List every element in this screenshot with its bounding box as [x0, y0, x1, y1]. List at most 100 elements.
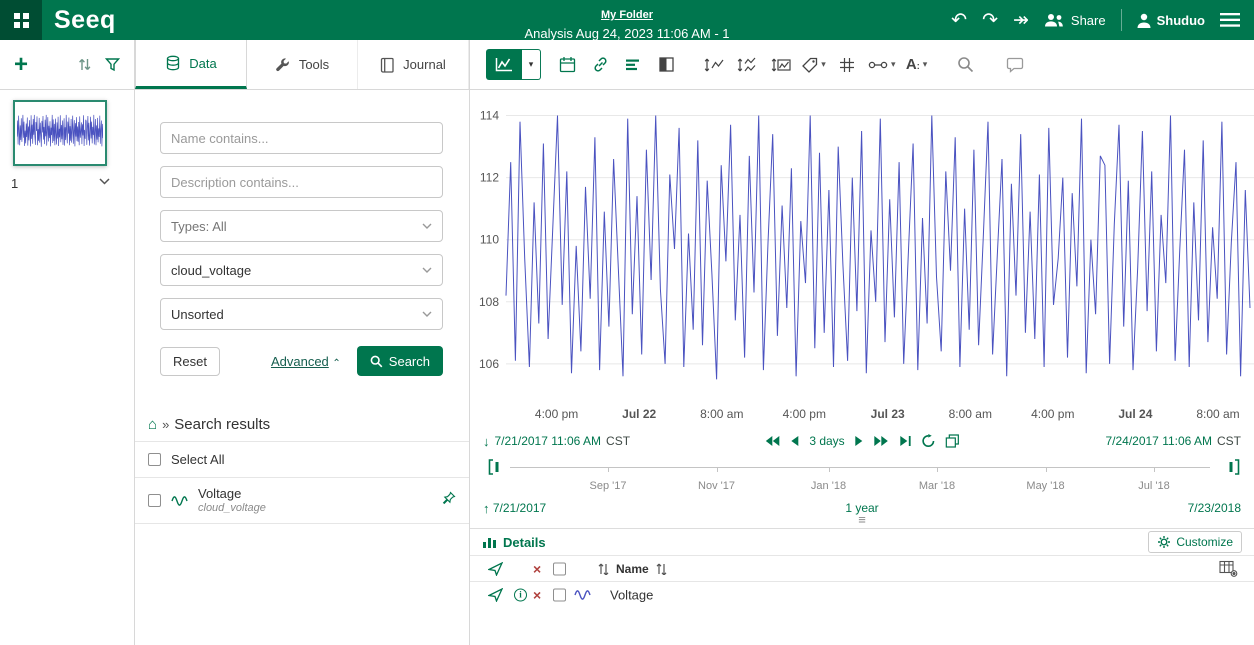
panel-tabs: Data Tools Journal — [135, 40, 470, 89]
display-range-end[interactable]: 7/24/2017 11:06 AM — [1105, 434, 1212, 448]
tag-icon — [802, 57, 818, 73]
timeline-tick-label: Jan '18 — [811, 480, 846, 492]
apps-menu-button[interactable] — [0, 0, 42, 40]
gridlines-button[interactable] — [835, 50, 859, 80]
user-menu[interactable]: Shuduo — [1137, 13, 1205, 28]
timeline-tick-label: May '18 — [1026, 480, 1064, 492]
topbar-divider — [1121, 9, 1122, 31]
trend-view-caret[interactable]: ▾ — [522, 49, 541, 80]
timeline-labels: Sep '17Nov '17Jan '18Mar '18May '18Jul '… — [510, 480, 1210, 494]
breadcrumb-my-folder[interactable]: My Folder — [601, 9, 653, 21]
svg-text:4:00 pm: 4:00 pm — [535, 407, 578, 421]
chain-view-button[interactable] — [588, 50, 612, 80]
sort-select[interactable]: Unsorted — [160, 298, 443, 330]
search-button[interactable]: Search — [357, 346, 443, 376]
undo-button[interactable]: ↶ — [951, 11, 967, 30]
panel-resize-handle[interactable]: ≡ — [858, 514, 866, 526]
topbar-actions: ↶ ↷ ↠ Share Shuduo — [951, 9, 1254, 31]
capsule-tag-button[interactable]: ▾ — [802, 50, 826, 80]
investigate-end[interactable]: 7/23/2018 — [1188, 501, 1241, 515]
forward-icon — [855, 435, 864, 447]
details-row[interactable]: i × Voltage — [470, 582, 1254, 607]
investigate-start-arrow-icon[interactable]: ↑ — [483, 501, 490, 516]
trend-chart[interactable]: 1061081101121144:00 pmJul 228:00 am4:00 … — [470, 90, 1254, 426]
results-header: ⌂ » Search results — [135, 408, 469, 442]
step-back-full-button[interactable] — [764, 435, 780, 447]
labels-button[interactable]: A: ▾ — [905, 50, 929, 80]
copy-range-button[interactable] — [946, 434, 960, 448]
description-contains-input[interactable] — [160, 166, 443, 198]
remove-item-button[interactable]: × — [533, 588, 541, 602]
remove-all-button[interactable]: × — [533, 562, 541, 576]
trend-view-button[interactable]: ▾ — [486, 49, 541, 80]
signal-icon — [171, 494, 188, 508]
display-range-bar: ↓ 7/21/2017 11:06 AM CST 3 days 7/24/201… — [470, 430, 1254, 452]
one-axis-button[interactable] — [736, 50, 760, 80]
navigate-item-button[interactable] — [488, 588, 503, 602]
home-icon[interactable]: ⌂ — [148, 416, 157, 433]
chevron-down-icon — [422, 311, 432, 317]
range-step-controls: 3 days — [764, 434, 959, 448]
select-all-checkbox[interactable] — [148, 453, 161, 466]
display-range-start[interactable]: 7/21/2017 11:06 AM — [495, 434, 602, 448]
timeline-track[interactable] — [510, 467, 1210, 468]
item-info-button[interactable]: i — [514, 588, 527, 601]
hamburger-menu-button[interactable] — [1220, 13, 1240, 27]
filter-worksheets-button[interactable] — [105, 57, 120, 72]
step-to-now-button[interactable] — [900, 435, 912, 447]
timeline-left-handle[interactable] — [488, 459, 504, 475]
pin-item-button[interactable] — [442, 491, 456, 510]
tab-journal-label: Journal — [403, 57, 446, 72]
name-contains-input[interactable] — [160, 122, 443, 154]
datasource-select[interactable]: cloud_voltage — [160, 254, 443, 286]
details-row-checkbox[interactable] — [553, 588, 566, 601]
timeline-tick-mark — [717, 467, 718, 472]
one-lane-button[interactable] — [703, 50, 727, 80]
result-item[interactable]: Voltage cloud_voltage — [135, 478, 469, 524]
autoscale-button[interactable] — [769, 50, 793, 80]
forward-history-button[interactable]: ↠ — [1013, 11, 1029, 30]
tab-journal[interactable]: Journal — [358, 40, 469, 89]
navigate-column-button[interactable] — [488, 562, 503, 576]
share-button[interactable]: Share — [1044, 12, 1106, 28]
seeq-logo: Seeq — [54, 6, 116, 35]
step-back-button[interactable] — [790, 435, 799, 447]
timeline-tick-mark — [1154, 467, 1155, 472]
investigate-range-button[interactable] — [555, 50, 579, 80]
table-options-button[interactable] — [1219, 560, 1238, 577]
zoom-button[interactable] — [954, 50, 978, 80]
investigate-start[interactable]: 7/21/2017 — [493, 501, 546, 515]
range-start-arrow-icon[interactable]: ↓ — [483, 434, 490, 449]
reset-button[interactable]: Reset — [160, 347, 220, 376]
advanced-link[interactable]: Advanced ⌃ — [271, 354, 341, 369]
capsule-list-button[interactable] — [621, 50, 645, 80]
capsule-time-button[interactable]: ▾ — [868, 50, 896, 80]
timeline-right-handle[interactable] — [1224, 459, 1240, 475]
worksheet-thumbnail[interactable] — [13, 100, 107, 166]
name-column-header[interactable]: Name — [598, 562, 667, 576]
tab-tools[interactable]: Tools — [247, 40, 358, 89]
redo-button[interactable]: ↷ — [982, 11, 998, 30]
add-worksheet-button[interactable]: + — [14, 53, 28, 77]
worksheet-collapse-button[interactable] — [99, 178, 110, 185]
comment-icon — [1006, 57, 1024, 73]
sort-worksheets-button[interactable] — [78, 58, 91, 71]
auto-update-button[interactable] — [922, 434, 936, 448]
step-forward-button[interactable] — [855, 435, 864, 447]
annotate-button[interactable] — [1003, 50, 1027, 80]
tab-data[interactable]: Data — [135, 40, 247, 89]
duration-label[interactable]: 3 days — [809, 434, 844, 448]
details-select-all-checkbox[interactable] — [553, 562, 566, 575]
sort-icon — [598, 563, 609, 575]
compare-mode-button[interactable] — [654, 50, 678, 80]
trend-view-main[interactable] — [486, 49, 522, 80]
trend-toolbar: ▾ — [470, 40, 1254, 89]
types-select[interactable]: Types: All — [160, 210, 443, 242]
step-forward-full-button[interactable] — [874, 435, 890, 447]
timeline-tick-mark — [608, 467, 609, 472]
details-header: Details Customize — [470, 529, 1254, 556]
details-title-label: Details — [503, 535, 546, 550]
item-checkbox[interactable] — [148, 494, 161, 507]
bracket-left-icon — [488, 459, 504, 475]
customize-button[interactable]: Customize — [1148, 531, 1242, 553]
